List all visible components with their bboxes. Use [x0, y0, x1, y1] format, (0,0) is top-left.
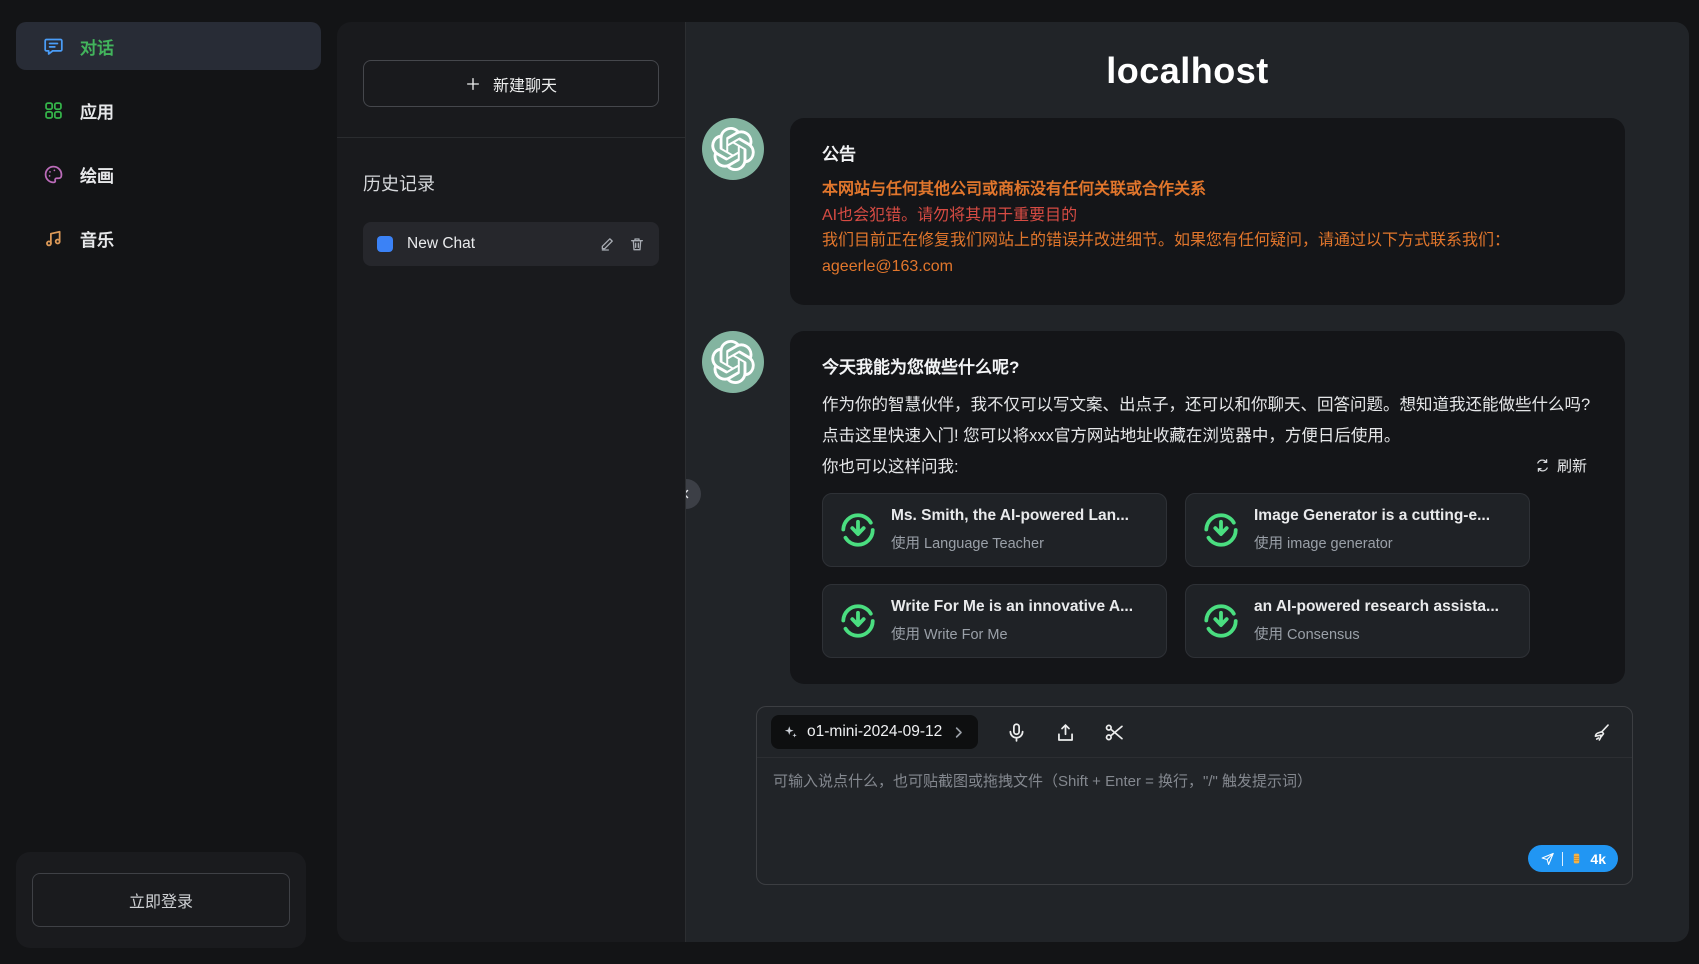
chat-bubble-icon: [42, 35, 64, 57]
openai-logo-icon: [711, 340, 755, 384]
history-title: 历史记录: [363, 170, 659, 196]
card-texts: Write For Me is an innovative A... 使用 Wr…: [891, 598, 1133, 644]
openai-logo-icon: [711, 127, 755, 171]
model-name: o1-mini-2024-09-12: [807, 723, 942, 741]
sidebar: 对话 应用 绘画 音乐 立即登录: [0, 0, 337, 964]
use-gpt-icon: [1202, 511, 1240, 549]
sidebar-item-label: 绘画: [80, 162, 114, 187]
announcement-title: 公告: [822, 140, 1593, 165]
suggestion-card[interactable]: Write For Me is an innovative A... 使用 Wr…: [822, 584, 1167, 658]
chevron-left-icon: [686, 488, 692, 500]
assistant-avatar: [702, 331, 764, 393]
history-item[interactable]: New Chat: [363, 222, 659, 266]
composer-body: [757, 758, 1632, 845]
card-texts: Ms. Smith, the AI-powered Lan... 使用 Lang…: [891, 507, 1129, 553]
send-button[interactable]: 4k: [1528, 845, 1618, 872]
refresh-suggestions-button[interactable]: 刷新: [1535, 455, 1587, 476]
music-icon: [42, 227, 64, 249]
delete-icon[interactable]: [629, 236, 645, 252]
token-count: 4k: [1590, 851, 1606, 867]
edit-icon[interactable]: [599, 236, 615, 252]
card-subtitle: 使用 Consensus: [1254, 623, 1499, 644]
history-item-actions: [599, 236, 645, 252]
announcement-line: 本网站与任何其他公司或商标没有任何关联或合作关系: [822, 177, 1593, 203]
greeting-bubble: 今天我能为您做些什么呢? 作为你的智慧伙伴，我不仅可以写文案、出点子，还可以和你…: [790, 331, 1625, 684]
card-texts: an AI-powered research assista... 使用 Con…: [1254, 598, 1499, 644]
new-chat-label: 新建聊天: [493, 72, 557, 96]
sidebar-item-apps[interactable]: 应用: [16, 86, 321, 134]
announcement-bubble: 公告 本网站与任何其他公司或商标没有任何关联或合作关系 AI也会犯错。请勿将其用…: [790, 118, 1625, 305]
ask-row: 你也可以这样问我: 刷新: [822, 453, 1593, 477]
refresh-label: 刷新: [1557, 455, 1587, 476]
login-card: 立即登录: [16, 852, 306, 948]
send-row: 4k: [757, 845, 1632, 884]
card-texts: Image Generator is a cutting-e... 使用 ima…: [1254, 507, 1490, 553]
token-coin-icon: [1570, 851, 1583, 866]
card-title: Image Generator is a cutting-e...: [1254, 507, 1490, 525]
page-title: localhost: [686, 50, 1689, 92]
sidebar-item-label: 音乐: [80, 226, 114, 251]
suggestion-card[interactable]: Image Generator is a cutting-e... 使用 ima…: [1185, 493, 1530, 567]
palette-icon: [42, 163, 64, 185]
workspace: 新建聊天 历史记录 New Chat localhost: [337, 22, 1689, 942]
use-gpt-icon: [1202, 602, 1240, 640]
chat-list-panel: 新建聊天 历史记录 New Chat: [337, 22, 686, 942]
sidebar-item-music[interactable]: 音乐: [16, 214, 321, 262]
plus-icon: [465, 76, 481, 92]
suggestion-card[interactable]: an AI-powered research assista... 使用 Con…: [1185, 584, 1530, 658]
chat-title: New Chat: [407, 235, 585, 253]
login-button[interactable]: 立即登录: [32, 873, 290, 927]
model-selector[interactable]: o1-mini-2024-09-12: [771, 715, 978, 749]
assistant-message-announcement: 公告 本网站与任何其他公司或商标没有任何关联或合作关系 AI也会犯错。请勿将其用…: [702, 118, 1625, 305]
greeting-title: 今天我能为您做些什么呢?: [822, 353, 1593, 378]
app-window: 对话 应用 绘画 音乐 立即登录: [0, 0, 1699, 964]
microphone-button[interactable]: [1005, 721, 1027, 743]
use-gpt-icon: [839, 602, 877, 640]
collapse-sidebar-button[interactable]: [686, 479, 701, 509]
paper-plane-icon: [1540, 851, 1555, 866]
suggestion-cards: Ms. Smith, the AI-powered Lan... 使用 Lang…: [822, 493, 1593, 658]
announcement-line: 我们目前正在修复我们网站上的错误并改进细节。如果您有任何疑问，请通过以下方式联系…: [822, 228, 1593, 254]
card-subtitle: 使用 Write For Me: [891, 623, 1133, 644]
refresh-icon: [1535, 458, 1550, 473]
screenshot-button[interactable]: [1103, 721, 1125, 743]
new-chat-button[interactable]: 新建聊天: [363, 60, 659, 107]
contact-email[interactable]: ageerle@163.com: [822, 254, 1593, 280]
sidebar-item-chat[interactable]: 对话: [16, 22, 321, 70]
sidebar-item-label: 应用: [80, 98, 114, 123]
sparkles-icon: [783, 725, 798, 740]
message-input[interactable]: [773, 770, 1616, 828]
assistant-avatar: [702, 118, 764, 180]
upload-button[interactable]: [1054, 721, 1076, 743]
grid-icon: [42, 99, 64, 121]
greeting-body: 作为你的智慧伙伴，我不仅可以写文案、出点子，还可以和你聊天、回答问题。想知道我还…: [822, 390, 1593, 451]
card-subtitle: 使用 image generator: [1254, 532, 1490, 553]
sidebar-item-drawing[interactable]: 绘画: [16, 150, 321, 198]
use-gpt-icon: [839, 511, 877, 549]
assistant-message-greeting: 今天我能为您做些什么呢? 作为你的智慧伙伴，我不仅可以写文案、出点子，还可以和你…: [702, 331, 1625, 684]
card-title: an AI-powered research assista...: [1254, 598, 1499, 616]
chevron-right-icon: [951, 725, 966, 740]
panel-divider: [337, 137, 685, 138]
chat-color-swatch: [377, 236, 393, 252]
card-subtitle: 使用 Language Teacher: [891, 532, 1129, 553]
ask-label: 你也可以这样问我:: [822, 453, 959, 477]
card-title: Ms. Smith, the AI-powered Lan...: [891, 507, 1129, 525]
composer-toolbar: o1-mini-2024-09-12: [757, 707, 1632, 758]
clear-context-button[interactable]: [1590, 721, 1612, 743]
card-title: Write For Me is an innovative A...: [891, 598, 1133, 616]
suggestion-card[interactable]: Ms. Smith, the AI-powered Lan... 使用 Lang…: [822, 493, 1167, 567]
composer: o1-mini-2024-09-12: [756, 706, 1633, 885]
main-panel: localhost 公告 本网站与任何其他公司或商标没有任何关联或合作关系 AI…: [686, 22, 1689, 942]
send-divider: [1562, 852, 1564, 866]
sidebar-item-label: 对话: [80, 34, 114, 59]
announcement-line: AI也会犯错。请勿将其用于重要目的: [822, 203, 1593, 229]
